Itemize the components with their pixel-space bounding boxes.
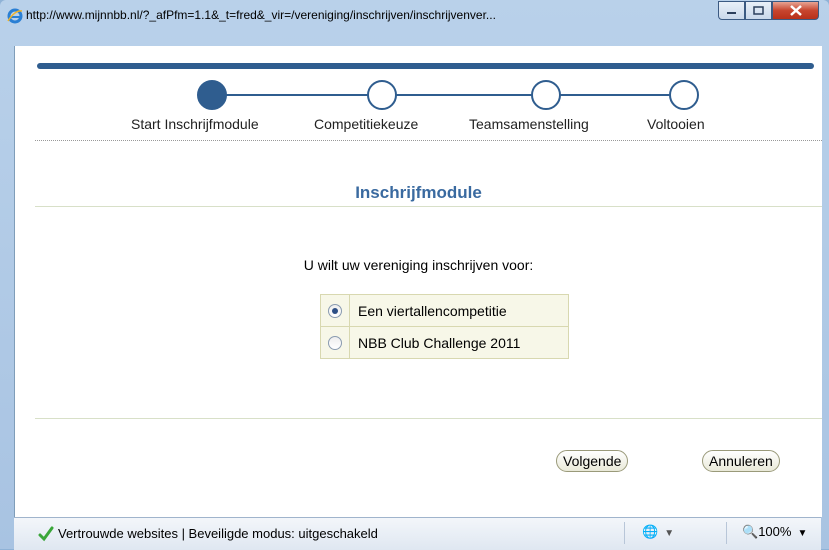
chevron-down-icon: ▼ [664, 528, 675, 539]
option-row[interactable]: Een viertallencompetitie [321, 295, 568, 327]
window-url: http://www.mijnnbb.nl/?_afPfm=1.1&_t=fre… [26, 8, 496, 22]
status-separator [726, 522, 727, 544]
page-title: Inschrijfmodule [355, 183, 482, 202]
option-radio-cell [321, 327, 350, 358]
option-row[interactable]: NBB Club Challenge 2011 [321, 327, 568, 358]
step-2-circle [367, 80, 397, 110]
step-1-label: Start Inschrijfmodule [131, 116, 259, 132]
steps-connector-line [213, 94, 683, 96]
zoom-control[interactable]: 🔍100% ▼ [742, 524, 807, 540]
title-bar: http://www.mijnnbb.nl/?_afPfm=1.1&_t=fre… [0, 0, 829, 44]
next-button[interactable]: Volgende [556, 450, 629, 472]
close-icon [789, 5, 802, 16]
step-1-circle [197, 80, 227, 110]
window-controls [718, 1, 819, 20]
page-content: Start Inschrijfmodule Competitiekeuze Te… [14, 46, 822, 517]
option-radio-cell [321, 295, 350, 326]
step-2-label: Competitiekeuze [314, 116, 419, 132]
option-viertallen-radio[interactable] [328, 303, 342, 318]
option-club-challenge-label[interactable]: NBB Club Challenge 2011 [350, 327, 568, 358]
maximize-button[interactable] [745, 1, 772, 20]
status-separator [624, 522, 625, 544]
status-bar: Vertrouwde websites | Beveiligde modus: … [14, 517, 821, 550]
step-3-circle [531, 80, 561, 110]
globe-lock-icon: 🌐 [642, 524, 659, 539]
footer-divider [35, 418, 822, 419]
step-4-label: Voltooien [647, 116, 705, 132]
chevron-down-icon: ▼ [797, 528, 808, 539]
browser-window: http://www.mijnnbb.nl/?_afPfm=1.1&_t=fre… [0, 0, 829, 550]
progress-steps: Start Inschrijfmodule Competitiekeuze Te… [15, 76, 822, 176]
zoom-icon: 🔍 [742, 524, 759, 539]
check-icon [38, 526, 54, 542]
maximize-icon [753, 6, 764, 15]
security-zone-text: Vertrouwde websites | Beveiligde modus: … [58, 526, 378, 541]
title-divider [35, 206, 822, 207]
zoom-level: 100% [758, 524, 792, 539]
step-4-circle [669, 80, 699, 110]
competition-options: Een viertallencompetitie NBB Club Challe… [320, 294, 569, 359]
minimize-button[interactable] [718, 1, 745, 20]
internet-explorer-icon [7, 8, 23, 24]
protected-mode-toggle[interactable]: 🌐 ▼ [642, 524, 674, 540]
option-club-challenge-radio[interactable] [328, 335, 342, 350]
step-3-label: Teamsamenstelling [469, 116, 589, 132]
steps-divider [35, 140, 822, 141]
question-text: U wilt uw vereniging inschrijven voor: [303, 257, 534, 273]
cancel-button[interactable]: Annuleren [702, 450, 780, 472]
header-bar [37, 63, 814, 69]
close-button[interactable] [772, 1, 819, 20]
option-viertallen-label[interactable]: Een viertallencompetitie [350, 295, 568, 326]
minimize-icon [727, 12, 736, 14]
